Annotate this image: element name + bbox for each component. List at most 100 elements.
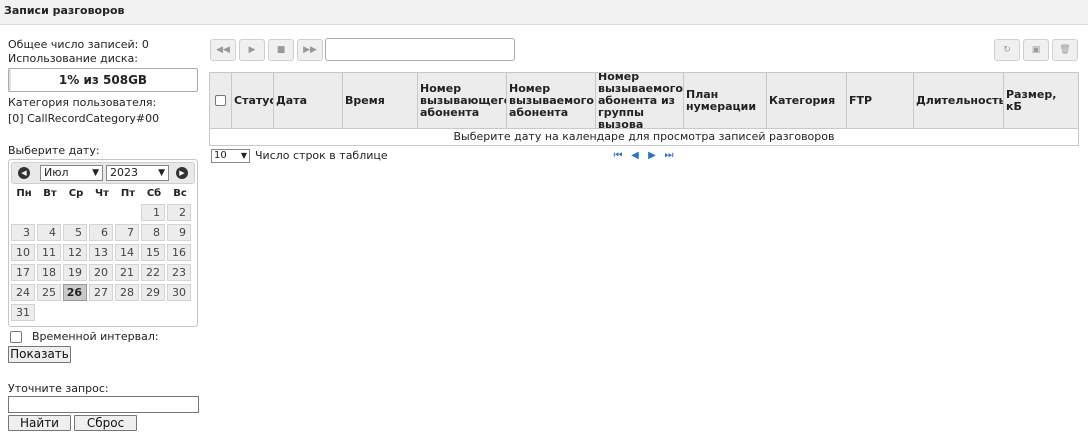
chevron-down-icon: ▼ (92, 168, 99, 178)
calendar-day[interactable]: 10 (11, 244, 35, 261)
select-all-checkbox[interactable] (210, 73, 232, 128)
rewind-icon[interactable]: ◀◀ (210, 39, 236, 61)
table-header: Статус Дата Время Номер вызывающего абонент… (210, 73, 1078, 129)
calendar-day[interactable]: 20 (89, 264, 113, 281)
calendar-blank (11, 204, 35, 221)
calendar-day[interactable]: 13 (89, 244, 113, 261)
column-header: Номер вызываемого абонента (507, 73, 596, 128)
weekday-label: Сб (146, 188, 162, 199)
total-records: Общее число записей: 0 (8, 38, 149, 51)
calendar-day[interactable]: 8 (141, 224, 165, 241)
refine-label: Уточните запрос: (8, 382, 109, 395)
calendar-day[interactable]: 19 (63, 264, 87, 281)
year-value: 2023 (110, 166, 138, 179)
column-header: Категория (767, 73, 847, 128)
prev-page-icon[interactable]: ◀ (630, 150, 640, 161)
calendar-blank (63, 204, 87, 221)
calendar-day[interactable]: 17 (11, 264, 35, 281)
calendar-blank (89, 204, 113, 221)
column-header: Размер, кБ (1006, 87, 1057, 113)
weekday-label: Пт (120, 188, 136, 199)
page-title: Записи разговоров (4, 4, 125, 17)
calendar-day[interactable]: 25 (37, 284, 61, 301)
chevron-down-icon: ▼ (158, 168, 165, 178)
calendar-header: ◀ Июл ▼ 2023 ▼ ▶ (11, 162, 195, 184)
player-track-input[interactable] (325, 38, 515, 61)
calendar-day[interactable]: 27 (89, 284, 113, 301)
find-button[interactable]: Найти (8, 415, 71, 431)
interval-checkbox[interactable] (10, 331, 22, 343)
calendar-day[interactable]: 18 (37, 264, 61, 281)
last-page-icon[interactable]: ⏭ (664, 150, 674, 161)
rows-per-page-select[interactable]: 10 ▼ (211, 149, 250, 163)
disk-usage-text: 1% из 508GB (58, 73, 148, 87)
calendar-day[interactable]: 4 (37, 224, 61, 241)
calendar-blank (37, 204, 61, 221)
next-month-icon[interactable]: ▶ (176, 167, 188, 179)
weekday-label: Вт (43, 188, 57, 199)
calendar: ◀ Июл ▼ 2023 ▼ ▶ Пн Вт Ср Чт Пт Сб Вс 1234567891… (8, 159, 198, 327)
weekday-label: Вс (173, 188, 187, 199)
calendar-day[interactable]: 29 (141, 284, 165, 301)
user-category-value: [0] CallRecordCategory#00 (8, 112, 160, 125)
column-header: Номер вызывающего абонента (418, 73, 507, 128)
rows-value: 10 (214, 150, 227, 161)
calendar-day[interactable]: 1 (141, 204, 165, 221)
calendar-day[interactable]: 7 (115, 224, 139, 241)
rows-per-page-label: Число строк в таблице (255, 149, 388, 162)
chevron-down-icon: ▼ (240, 151, 247, 160)
calendar-day[interactable]: 24 (11, 284, 35, 301)
calendar-day[interactable]: 28 (115, 284, 139, 301)
calendar-day[interactable]: 12 (63, 244, 87, 261)
calendar-day[interactable]: 14 (115, 244, 139, 261)
calendar-day[interactable]: 9 (167, 224, 191, 241)
left-panel: Общее число записей: 0 Использование дис… (8, 38, 200, 158)
calendar-day[interactable]: 23 (167, 264, 191, 281)
year-select[interactable]: 2023 ▼ (106, 165, 169, 181)
calendar-day[interactable]: 16 (167, 244, 191, 261)
records-table: Статус Дата Время Номер вызывающего абонент… (209, 72, 1079, 146)
interval-toggle[interactable]: Временной интервал: (10, 330, 159, 344)
month-select[interactable]: Июл ▼ (40, 165, 103, 181)
delete-icon[interactable]: 🗑 (1052, 39, 1078, 61)
save-icon[interactable]: ▣ (1023, 39, 1049, 61)
show-button[interactable]: Показать (8, 346, 71, 363)
calendar-day[interactable]: 22 (141, 264, 165, 281)
calendar-day[interactable]: 21 (115, 264, 139, 281)
calendar-day[interactable]: 3 (11, 224, 35, 241)
calendar-blank (115, 204, 139, 221)
weekday-label: Пн (16, 188, 32, 199)
select-date-label: Выберите дату: (8, 144, 100, 157)
calendar-day[interactable]: 11 (37, 244, 61, 261)
column-header: Дата (274, 73, 343, 128)
calendar-day[interactable]: 5 (63, 224, 87, 241)
calendar-day[interactable]: 6 (89, 224, 113, 241)
disk-usage-label: Использование диска: (8, 52, 139, 65)
stop-icon[interactable]: ■ (268, 39, 294, 61)
forward-icon[interactable]: ▶▶ (297, 39, 323, 61)
column-header: Длительность (914, 73, 1004, 128)
prev-month-icon[interactable]: ◀ (18, 167, 30, 179)
first-page-icon[interactable]: ⏮ (613, 150, 623, 161)
calendar-day[interactable]: 15 (141, 244, 165, 261)
calendar-day[interactable]: 30 (167, 284, 191, 301)
column-header: Статус (232, 73, 274, 128)
play-icon[interactable]: ▶ (239, 39, 265, 61)
title-bar: Записи разговоров (0, 0, 1088, 25)
disk-usage-bar: 1% из 508GB (8, 68, 198, 92)
select-all-box[interactable] (215, 95, 226, 106)
calendar-day[interactable]: 2 (167, 204, 191, 221)
next-page-icon[interactable]: ▶ (647, 150, 657, 161)
interval-label: Временной интервал: (32, 330, 159, 343)
reset-button[interactable]: Сброс (74, 415, 137, 431)
calendar-day[interactable]: 31 (11, 304, 35, 321)
calendar-day[interactable]: 26 (63, 284, 87, 301)
empty-message: Выберите дату на календаре для просмотра… (453, 130, 835, 143)
column-header: FTP (847, 73, 914, 128)
refine-input[interactable] (8, 396, 199, 413)
column-header: Время (343, 73, 418, 128)
column-header: Номер вызываемого абонента из группы выз… (598, 73, 684, 128)
column-header: План нумерации (684, 73, 767, 128)
days-grid: 1 2 3 4 5 6 7 8 9 10 11 12 13 14 15 16 17 18 19 20 21 22 23 24 2… (11, 204, 195, 321)
refresh-icon[interactable]: ↻ (994, 39, 1020, 61)
